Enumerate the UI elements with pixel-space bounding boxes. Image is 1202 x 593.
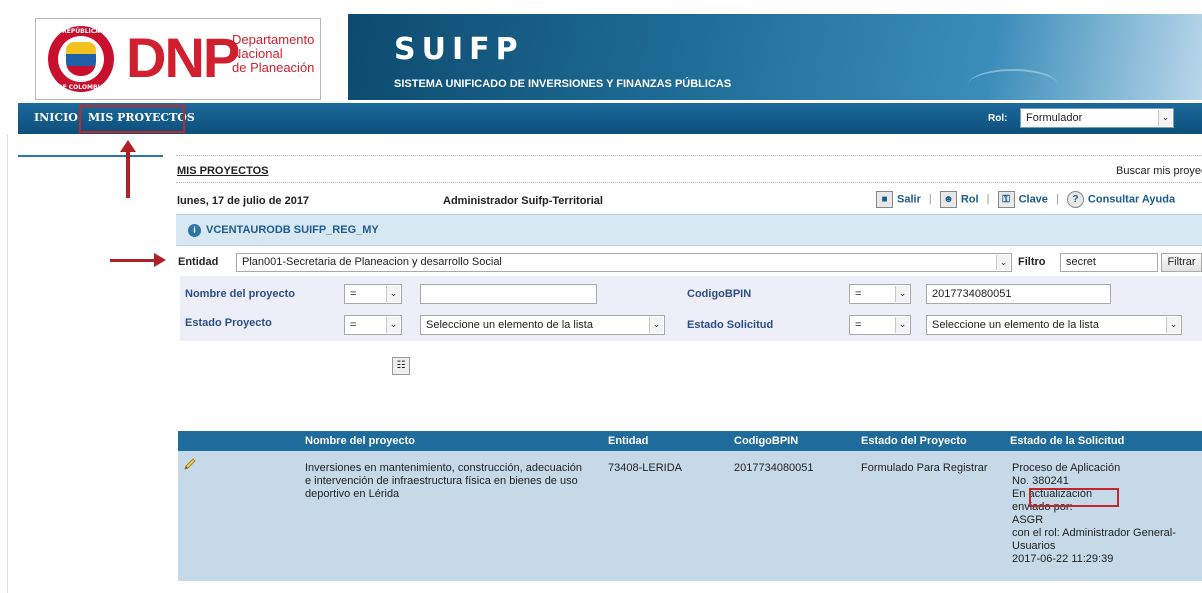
solicitud-line: ASGR [1012,514,1044,526]
cell-entidad: 73408-LERIDA [608,462,682,474]
entidad-label: Entidad [178,256,219,268]
user-role-icon[interactable]: ☻ [939,191,957,208]
entidad-select-value: Plan001-Secretaria de Planeacion y desar… [242,256,502,268]
toolbar: ■ Salir | ☻ Rol | ⚿ Clave | ? Consultar Ayud… [876,191,1175,211]
en-actualizacion-highlight [1029,488,1119,507]
estado-operator-select[interactable]: = ⌄ [344,315,402,335]
chevron-down-icon[interactable]: ⌄ [1166,317,1180,333]
info-icon: i [188,224,201,237]
logo-letters: DNP [126,26,240,89]
logo-line-3: de Planeación [232,60,315,75]
info-bar: i VCENTAURODB SUIFP_REG_MY [176,214,1202,246]
solicitud-line: con el rol: Administrador General- [1012,527,1176,539]
solicitud-line: 2017-06-22 11:29:39 [1012,553,1114,565]
estado-solicitud-select[interactable]: Seleccione un elemento de la lista ⌄ [926,315,1182,335]
nombre-operator-select[interactable]: = ⌄ [344,284,402,304]
chevron-down-icon[interactable]: ⌄ [386,317,400,333]
estado-operator-value: = [350,319,357,331]
estado-proyecto-select[interactable]: Seleccione un elemento de la lista ⌄ [420,315,665,335]
nombre-proyecto-input[interactable] [420,284,597,304]
filtro-input[interactable]: secret [1060,253,1158,272]
filtrar-button[interactable]: Filtrar [1161,253,1202,272]
results-table-header: Nombre del proyecto Entidad CodigoBPIN E… [178,431,1202,451]
solicitud-line: Usuarios [1012,540,1056,552]
divider [176,155,1202,156]
key-icon[interactable]: ⚿ [997,191,1015,208]
estado-proyecto-label: Estado Proyecto [185,317,272,329]
seal-top-text: REPÚBLICA [62,28,100,35]
filtro-label: Filtro [1018,256,1046,268]
chevron-down-icon[interactable]: ⌄ [386,286,400,302]
estado-solicitud-value: Seleccione un elemento de la lista [932,319,1099,331]
solicitud-operator-value: = [855,319,862,331]
edit-pencil-icon[interactable] [183,457,197,471]
cell-codigo: 2017734080051 [734,462,814,474]
nombre-operator-value: = [350,288,357,300]
dnp-logo: REPÚBLICA DE COLOMBIA DNP Departamento N… [35,18,321,100]
table-row: Inversiones en mantenimiento, construcci… [178,451,1202,581]
exit-icon[interactable]: ■ [876,191,893,208]
salir-link[interactable]: Salir [897,194,921,206]
codigo-bpin-label: CodigoBPIN [687,288,752,300]
seal-bottom-text: DE COLOMBIA [57,84,105,91]
entidad-select[interactable]: Plan001-Secretaria de Planeacion y desar… [236,253,1012,272]
help-icon[interactable]: ? [1066,191,1084,208]
colombia-seal-icon: REPÚBLICA DE COLOMBIA [48,26,114,92]
codigo-bpin-input[interactable]: 2017734080051 [926,284,1111,304]
ayuda-link[interactable]: Consultar Ayuda [1088,194,1175,206]
left-border [0,134,8,593]
mis-proyectos-highlight [79,105,185,133]
chevron-down-icon[interactable]: ⌄ [895,317,909,333]
cell-estado: Formulado Para Registrar [861,462,988,474]
date-label: lunes, 17 de julio de 2017 [177,195,310,207]
solicitud-operator-select[interactable]: = ⌄ [849,315,911,335]
chevron-down-icon[interactable]: ⌄ [649,317,663,333]
col-codigo-header: CodigoBPIN [734,435,799,447]
binoculars-search-icon[interactable]: ☷ [392,357,410,375]
logo-line-1: Departamento [232,32,315,47]
chevron-down-icon[interactable]: ⌄ [895,286,909,302]
page-title: MIS PROYECTOS [177,165,269,177]
logo-subtitle: Departamento Nacional de Planeación [232,33,314,75]
info-text: VCENTAURODB SUIFP_REG_MY [206,224,379,236]
annotation-arrow-up-icon [120,140,136,198]
codigo-operator-select[interactable]: = ⌄ [849,284,911,304]
estado-proyecto-value: Seleccione un elemento de la lista [426,319,593,331]
estado-solicitud-label: Estado Solicitud [687,319,774,331]
codigo-operator-value: = [855,288,862,300]
cell-nombre: Inversiones en mantenimiento, construcci… [305,462,582,500]
app-banner: SUIFP SISTEMA UNIFICADO DE INVERSIONES Y… [348,14,1202,100]
user-label: Administrador Suifp-Territorial [443,195,603,207]
sidebar-divider [18,155,163,157]
chevron-down-icon[interactable]: ⌄ [996,255,1010,270]
clave-link[interactable]: Clave [1019,194,1048,206]
logo-line-2: Nacional [232,46,283,61]
solicitud-line: No. 380241 [1012,475,1069,487]
nav-item-inicio[interactable]: INICIO [34,111,78,124]
chevron-down-icon[interactable]: ⌄ [1158,110,1172,126]
rol-select-value: Formulador [1026,112,1083,124]
rol-link[interactable]: Rol [961,194,979,206]
col-solicitud-header: Estado de la Solicitud [1010,435,1125,447]
main-nav: INICIO MIS PROYECTOS Rol: Formulador ⌄ [18,103,1202,134]
app-subtitle: SISTEMA UNIFICADO DE INVERSIONES Y FINAN… [394,78,732,90]
divider [176,182,1202,183]
search-projects-link[interactable]: Buscar mis proyect [1116,165,1202,177]
solicitud-line: Proceso de Aplicación [1012,462,1121,474]
rol-select[interactable]: Formulador ⌄ [1020,108,1174,128]
col-estado-header: Estado del Proyecto [861,435,967,447]
rol-label: Rol: [988,113,1008,124]
cell-solicitud: Proceso de Aplicación No. 380241 En actu… [1012,462,1202,566]
app-title: SUIFP [394,32,524,67]
col-nombre-header: Nombre del proyecto [305,435,416,447]
annotation-arrow-right-icon [110,253,166,267]
nombre-proyecto-label: Nombre del proyecto [185,288,296,300]
col-entidad-header: Entidad [608,435,649,447]
